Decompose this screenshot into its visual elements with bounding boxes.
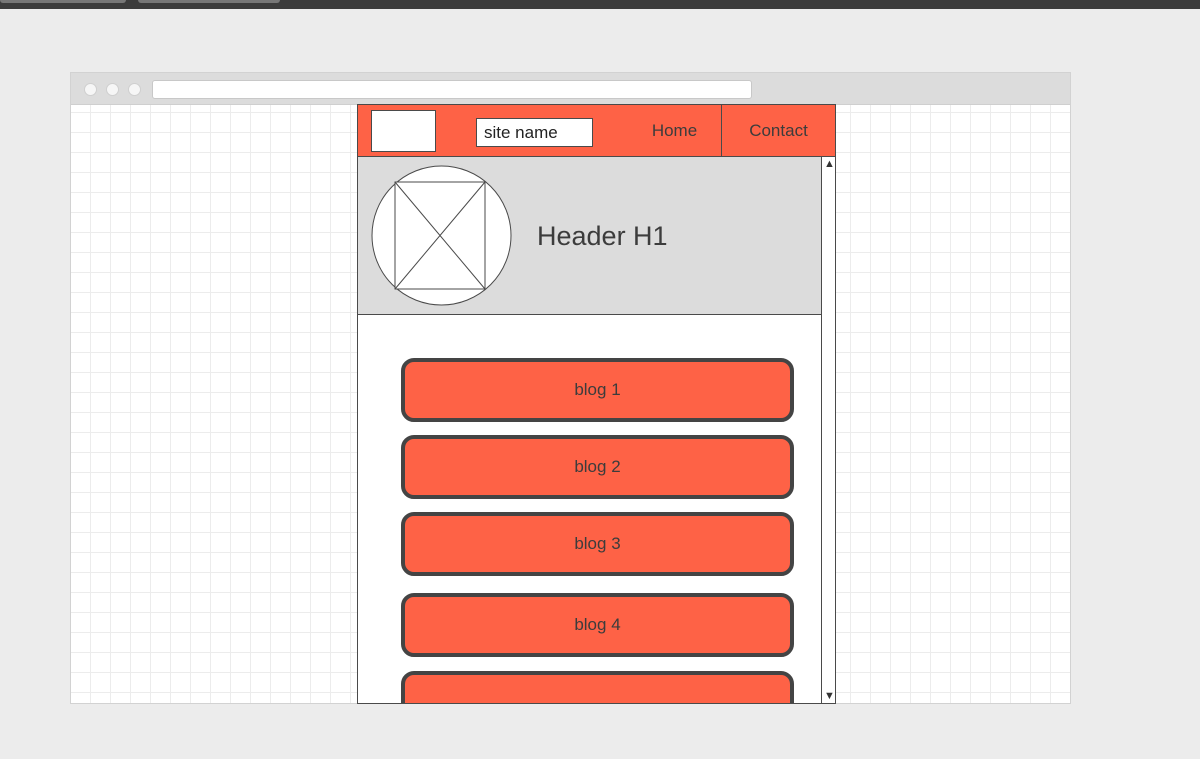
vertical-scrollbar[interactable]: ▲ ▼ [821,157,835,703]
blog-button[interactable]: blog 1 [401,358,794,422]
scroll-up-arrow-icon[interactable]: ▲ [824,159,835,170]
image-placeholder-icon [371,165,512,306]
page-title: Header H1 [537,221,668,251]
mobile-page-frame: site name Home Contact Header H1 blog 1 … [357,104,836,704]
logo-placeholder[interactable] [371,110,436,152]
top-window-strip [0,0,1200,9]
top-tab[interactable] [0,0,126,3]
blog-button[interactable] [401,671,794,703]
hero-header: Header H1 [358,157,822,315]
top-tab[interactable] [138,0,280,3]
address-bar[interactable] [152,80,752,99]
browser-toolbar [71,73,1070,105]
window-maximize-dot[interactable] [128,83,141,96]
site-name-field[interactable]: site name [476,118,593,147]
nav-link-home[interactable]: Home [628,105,721,156]
window-minimize-dot[interactable] [106,83,119,96]
scroll-down-arrow-icon[interactable]: ▼ [824,691,835,702]
blog-button[interactable]: blog 2 [401,435,794,499]
window-close-dot[interactable] [84,83,97,96]
nav-link-contact[interactable]: Contact [722,105,835,156]
blog-button[interactable]: blog 4 [401,593,794,657]
blog-button[interactable]: blog 3 [401,512,794,576]
navbar: site name Home Contact [358,105,835,157]
